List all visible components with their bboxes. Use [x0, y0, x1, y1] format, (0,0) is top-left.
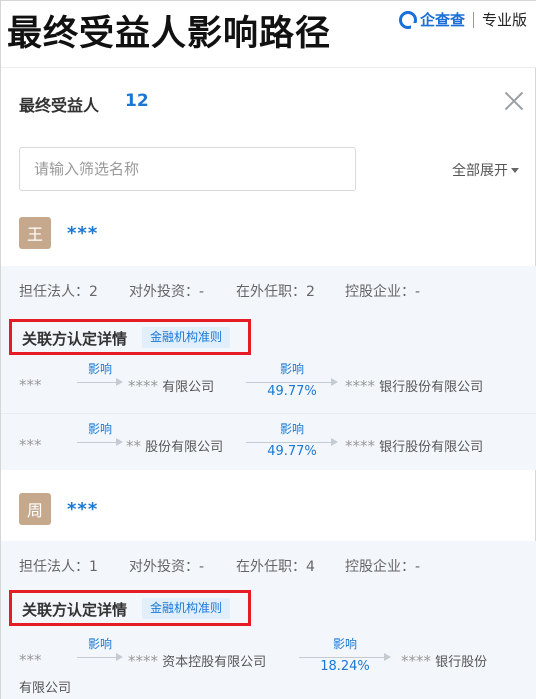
relation-section: 关联方认定详情 金融机构准则 *** 影响 **** 资本控股有限公司 影响 1… — [1, 589, 536, 699]
path-node-middle[interactable]: **** 有限公司 — [128, 376, 214, 395]
expand-all-label: 全部展开 — [452, 163, 508, 179]
edge-percentage: 49.77% — [267, 444, 317, 459]
filter-search-input[interactable] — [19, 147, 356, 191]
hero-title: 最终受益人影响路径 — [7, 13, 332, 54]
stat-investments[interactable]: 对外投资：- — [129, 281, 204, 301]
stat-positions[interactable]: 在外任职：2 — [236, 281, 315, 301]
path-edge: 影响 — [77, 420, 123, 460]
brand-tag: 专业版 — [481, 11, 527, 29]
path-edge: 影响 — [77, 360, 123, 400]
brand-divider — [472, 11, 474, 28]
node-text: 资本控股有限公司 — [162, 655, 267, 670]
path-node-end[interactable]: **** 银行股份 — [401, 651, 487, 670]
path-edge: 影响 18.24% — [299, 635, 391, 675]
path-edge: 影响 — [77, 635, 123, 675]
stat-positions[interactable]: 在外任职：4 — [236, 556, 315, 576]
arrow-right-icon — [116, 653, 123, 661]
beneficiary-name[interactable]: *** — [67, 499, 98, 520]
stat-holdings[interactable]: 控股企业：- — [345, 556, 420, 576]
stats-bar: 担任法人：2 对外投资：- 在外任职：2 控股企业：- — [1, 266, 536, 314]
relation-tag[interactable]: 金融机构准则 — [142, 327, 231, 348]
edge-line — [77, 657, 117, 658]
relation-section: 关联方认定详情 金融机构准则 *** 影响 **** 有限公司 影响 49.77… — [1, 314, 536, 470]
beneficiary-count: 12 — [125, 91, 149, 111]
path-node-end[interactable]: **** 银行股份有限公司 — [345, 376, 483, 395]
node-text: 有限公司 — [162, 380, 215, 395]
edge-line — [246, 442, 332, 443]
node-stars: *** — [19, 436, 42, 454]
relation-header-highlight: 关联方认定详情 金融机构准则 — [9, 319, 251, 355]
influence-path: *** 影响 **** 资本控股有限公司 影响 18.24% **** 银行股份… — [1, 629, 536, 696]
node-text: 股份有限公司 — [145, 440, 224, 455]
edge-label: 影响 — [87, 422, 112, 436]
node-text: 银行股份有限公司 — [379, 440, 484, 455]
node-text: 有限公司 — [19, 681, 72, 696]
node-text: 银行股份 — [435, 655, 488, 670]
relation-tag[interactable]: 金融机构准则 — [142, 598, 231, 619]
expand-all-button[interactable]: 全部展开 — [452, 160, 519, 180]
path-edge: 影响 49.77% — [246, 360, 338, 400]
path-node-middle[interactable]: ** 股份有限公司 — [126, 436, 223, 455]
brand-logo-icon — [398, 10, 417, 29]
relation-title: 关联方认定详情 — [22, 601, 128, 619]
panel-header: 最终受益人 12 — [1, 67, 536, 131]
node-stars: **** — [401, 652, 431, 670]
stat-legal-rep[interactable]: 担任法人：1 — [19, 556, 98, 576]
edge-line — [299, 657, 385, 658]
influence-path: *** 影响 **** 有限公司 影响 49.77% **** 银行股份有限公司 — [1, 354, 536, 414]
edge-percentage: 18.24% — [320, 659, 370, 674]
node-stars: **** — [345, 377, 375, 395]
close-icon[interactable] — [503, 90, 525, 112]
edge-percentage: 49.77% — [267, 384, 317, 399]
brand: 企查查 专业版 — [398, 9, 527, 30]
edge-label: 影响 — [279, 422, 304, 436]
node-text: 银行股份有限公司 — [379, 380, 484, 395]
edge-label: 影响 — [87, 637, 112, 651]
relation-header-highlight: 关联方认定详情 金融机构准则 — [9, 590, 251, 626]
path-node-start[interactable]: *** — [19, 376, 42, 394]
node-stars: **** — [345, 437, 375, 455]
brand-name: 企查查 — [419, 11, 465, 29]
node-stars: ** — [126, 437, 141, 455]
stat-holdings[interactable]: 控股企业：- — [345, 281, 420, 301]
node-stars: **** — [128, 652, 158, 670]
path-node-middle[interactable]: **** 资本控股有限公司 — [128, 651, 266, 670]
arrow-right-icon — [116, 438, 123, 446]
edge-label: 影响 — [279, 362, 304, 376]
stats-bar: 担任法人：1 对外投资：- 在外任职：4 控股企业：- — [1, 541, 536, 589]
stat-investments[interactable]: 对外投资：- — [129, 556, 204, 576]
path-node-end[interactable]: **** 银行股份有限公司 — [345, 436, 483, 455]
edge-line — [246, 382, 332, 383]
beneficiary-name[interactable]: *** — [67, 223, 98, 244]
edge-label: 影响 — [332, 637, 357, 651]
path-node-start[interactable]: *** — [19, 436, 42, 454]
influence-path: *** 影响 ** 股份有限公司 影响 49.77% **** 银行股份有限公司 — [1, 414, 536, 474]
page-frame: 最终受益人影响路径 企查查 专业版 最终受益人 12 全部展开 王 *** 担任… — [0, 0, 536, 699]
avatar: 周 — [19, 493, 51, 525]
stat-legal-rep[interactable]: 担任法人：2 — [19, 281, 98, 301]
edge-line — [77, 382, 117, 383]
edge-label: 影响 — [87, 362, 112, 376]
caret-down-icon — [511, 167, 519, 173]
relation-title: 关联方认定详情 — [22, 330, 128, 348]
hero-banner: 最终受益人影响路径 企查查 专业版 — [1, 1, 536, 67]
path-edge: 影响 49.77% — [246, 420, 338, 460]
edge-line — [77, 442, 117, 443]
path-node-end-wrap: 有限公司 — [19, 677, 71, 696]
node-stars: **** — [128, 377, 158, 395]
avatar: 王 — [19, 217, 51, 249]
path-node-start[interactable]: *** — [19, 651, 42, 669]
arrow-right-icon — [116, 378, 123, 386]
node-stars: *** — [19, 651, 42, 669]
panel-title: 最终受益人 — [19, 96, 100, 115]
node-stars: *** — [19, 376, 42, 394]
